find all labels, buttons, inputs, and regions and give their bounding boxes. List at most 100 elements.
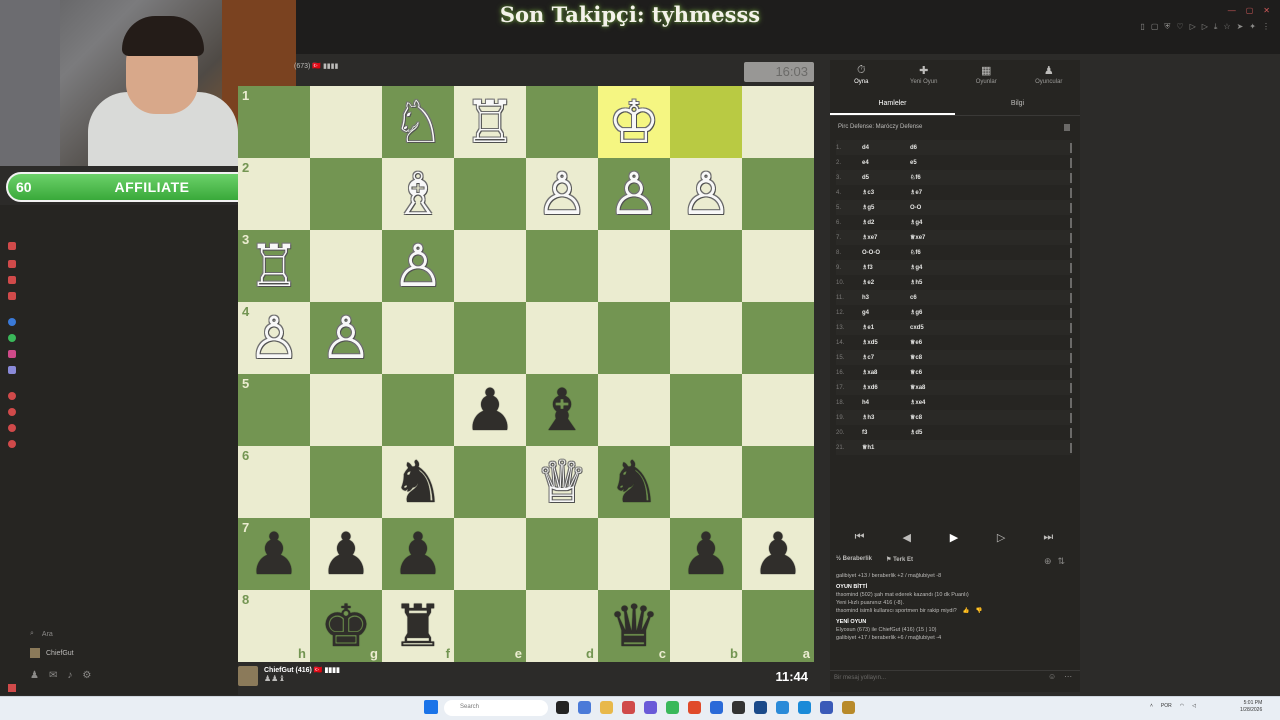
steam-icon[interactable] [754,701,767,714]
black-move[interactable]: ♘f6 [910,174,958,181]
white-move[interactable]: ♗f3 [862,264,910,271]
board-square[interactable] [526,518,598,590]
black-pawn-piece[interactable]: ♟ [680,525,732,583]
tab-players[interactable]: ♟ Oyuncular [1018,60,1081,94]
ai-icon[interactable]: ✦ [1249,22,1256,32]
app-icon[interactable] [820,701,833,714]
black-pawn-piece[interactable]: ♟ [320,525,372,583]
shield-icon[interactable]: ⛨ [1164,22,1170,32]
board-square[interactable] [526,230,598,302]
black-move[interactable]: ♗e7 [910,189,958,196]
black-move[interactable]: ♕c8 [910,414,958,421]
board-square[interactable]: ♞ [382,446,454,518]
board-square[interactable]: c ♛ [598,590,670,662]
white-move[interactable]: ♗e2 [862,279,910,286]
black-king-piece[interactable]: ♚ [320,597,372,655]
white-rook-piece[interactable]: ♖ [464,93,516,151]
board-square[interactable]: ♙ [670,158,742,230]
board-square[interactable] [310,374,382,446]
board-square[interactable] [382,302,454,374]
board-square[interactable] [526,302,598,374]
board-square[interactable]: ♞ [598,446,670,518]
taskbar-search[interactable]: Search [444,700,548,716]
sidebar-icon[interactable] [8,276,16,284]
app-icon[interactable] [666,701,679,714]
app-icon[interactable] [798,701,811,714]
board-square[interactable]: 2 [238,158,310,230]
app-icon[interactable] [622,701,635,714]
white-move[interactable]: ♗xd5 [862,339,910,346]
board-square[interactable] [454,230,526,302]
browser-toolbar-icons[interactable]: ▯ ▢ ⛨ ♡ ▷ ▷ ⤓ ☆ ➤ ✦ ⋮ [1140,22,1270,32]
black-move[interactable]: ♗g6 [910,309,958,316]
resign-button[interactable]: ⚑ Terk Et [886,556,913,563]
board-square[interactable]: a [742,590,814,662]
folder-icon[interactable] [600,701,613,714]
black-move[interactable]: ♕xa8 [910,384,958,391]
black-move[interactable]: ♗d5 [910,429,958,436]
chess-board[interactable]: 1 ♘ ♖ ♔ 2 ♗ ♙ ♙ ♙ 3 ♖ ♙ 4 ♙ ♙ 5 ♟ ♝ 6 ♞ ♕ ♞ 7 ♟ ♟ ♟ ♟ ♟ 8 h g ♚ f ♜ e d c ♛ b a [238,86,814,662]
share-icon[interactable]: ⊕ [1044,556,1052,567]
white-pawn-piece[interactable]: ♙ [392,237,444,295]
board-square[interactable]: 7 ♟ [238,518,310,590]
subtab-moves[interactable]: Hamleler [830,96,955,115]
board-square[interactable]: ♖ [454,86,526,158]
white-move[interactable]: f3 [862,430,910,436]
board-square[interactable] [742,86,814,158]
white-move[interactable]: ♗xd6 [862,384,910,391]
download-icon[interactable]: ⤓ [1214,22,1218,32]
board-square[interactable]: g ♚ [310,590,382,662]
player-info[interactable]: ChiefGut (416) 🇹🇷 ▮▮▮▮ ♟♟♝ [238,666,340,686]
first-move-button[interactable]: ⏮ [841,526,879,548]
whatsapp-icon[interactable] [8,334,16,342]
white-pawn-piece[interactable]: ♙ [248,309,300,367]
sidebar-user[interactable]: ChiefGut [30,648,74,658]
windows-start-icon[interactable] [424,700,438,714]
board-square[interactable]: ♟ [310,518,382,590]
book-icon[interactable] [1064,124,1070,131]
flip-board-icon[interactable]: ⇅ [1058,556,1066,567]
black-move[interactable]: ♕c6 [910,369,958,376]
forward-icon[interactable]: ▷ [1202,22,1208,32]
tab-play[interactable]: ⏱ Oyna [830,60,893,94]
app-icon[interactable] [732,701,745,714]
action-icons[interactable]: ⊕ ⇅ [1044,556,1065,567]
sidebar-bottom-icons[interactable]: ♟ ✉ ♪ ⚙ [30,670,91,681]
messenger-icon[interactable] [8,318,16,326]
board-square[interactable] [742,158,814,230]
black-queen-piece[interactable]: ♛ [608,597,660,655]
thumbs-up-icon[interactable]: 👍 [963,607,970,615]
more-icon[interactable]: ⋯ [1064,672,1072,681]
black-knight-piece[interactable]: ♞ [392,453,444,511]
board-square[interactable]: 3 ♖ [238,230,310,302]
board-square[interactable]: ♔ [598,86,670,158]
black-move[interactable]: cxd5 [910,325,958,331]
taskbar-apps[interactable] [556,701,855,714]
board-square[interactable] [742,374,814,446]
opponent-info[interactable]: (673) 🇹🇷 ▮▮▮▮ [294,62,338,70]
emoji-icon[interactable]: ☺ [1048,672,1056,681]
sidebar-icon[interactable] [8,684,16,692]
black-move[interactable]: ♗g4 [910,264,958,271]
white-pawn-piece[interactable]: ♙ [320,309,372,367]
play-move-button[interactable]: ▶ [935,526,973,548]
board-square[interactable] [670,374,742,446]
black-pawn-piece[interactable]: ♟ [392,525,444,583]
black-move[interactable]: ♗g4 [910,219,958,226]
sidebar-icon[interactable] [8,408,16,416]
board-square[interactable] [742,302,814,374]
board-square[interactable] [454,158,526,230]
board-square[interactable]: ♙ [526,158,598,230]
board-square[interactable] [670,302,742,374]
board-square[interactable]: 4 ♙ [238,302,310,374]
maximize-icon[interactable]: ▢ [1246,6,1254,15]
black-pawn-piece[interactable]: ♟ [248,525,300,583]
volume-icon[interactable]: ◁ [1192,703,1196,709]
board-square[interactable] [454,446,526,518]
board-square[interactable]: e [454,590,526,662]
white-pawn-piece[interactable]: ♙ [680,165,732,223]
board-square[interactable]: ♙ [310,302,382,374]
sidebar-icon[interactable] [8,392,16,400]
window-controls[interactable]: — ▢ ✕ [1228,6,1270,15]
black-pawn-piece[interactable]: ♟ [752,525,804,583]
